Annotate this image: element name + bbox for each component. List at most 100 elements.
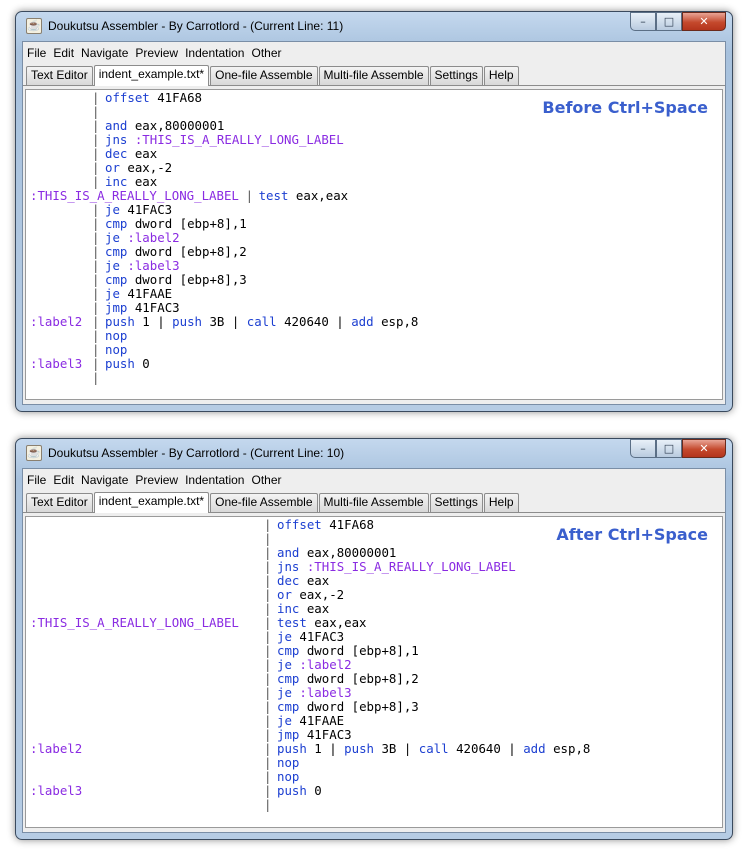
tab-indent-example[interactable]: indent_example.txt* <box>93 65 210 86</box>
title-bar[interactable]: ☕ Doukutsu Assembler - By Carrotlord - (… <box>22 439 726 468</box>
code-keyword: push <box>105 314 135 329</box>
tab-settings[interactable]: Settings <box>429 66 483 85</box>
menu-other[interactable]: Other <box>251 473 281 487</box>
tab-text-editor[interactable]: Text Editor <box>26 493 93 512</box>
code-line: | dec eax <box>26 574 722 588</box>
tab-text-editor[interactable]: Text Editor <box>26 66 93 85</box>
tab-one-file-assemble[interactable]: One-file Assemble <box>210 66 318 85</box>
separator-bar: | <box>264 671 272 686</box>
menu-navigate[interactable]: Navigate <box>81 473 128 487</box>
tab-bar: Text Editor indent_example.txt* One-file… <box>23 491 725 513</box>
tab-help[interactable]: Help <box>483 66 519 85</box>
code-operand: dword [ebp+8],1 <box>127 216 247 231</box>
code-line: :label3 | push 0 <box>26 784 722 798</box>
code-line: | nop <box>26 756 722 770</box>
code-line: | cmp dword [ebp+8],3 <box>26 700 722 714</box>
code-lines: | offset 41FA68 | | and eax,80000001 | jns :TH… <box>26 91 722 385</box>
code-instructions: cmp dword [ebp+8],2 <box>105 245 247 259</box>
close-button[interactable]: ✕ <box>682 12 726 31</box>
tab-help[interactable]: Help <box>483 493 519 512</box>
separator-bar: | <box>264 517 272 532</box>
code-instructions: offset 41FA68 <box>105 91 202 105</box>
code-label: :THIS_IS_A_REALLY_LONG_LABEL <box>30 615 239 630</box>
code-operand: 3B | <box>202 314 247 329</box>
separator-bar: | <box>264 741 272 756</box>
code-keyword: cmp <box>277 699 300 714</box>
code-operand: dword [ebp+8],2 <box>299 671 419 686</box>
code-instructions: je 41FAC3 <box>277 630 344 644</box>
code-line: | and eax,80000001 <box>26 546 722 560</box>
minimize-button[interactable]: – <box>630 439 656 458</box>
code-editor[interactable]: | offset 41FA68 | | and eax,80000001 | jns :TH… <box>25 516 723 828</box>
code-operand: 0 <box>134 356 150 371</box>
code-line: | jns :THIS_IS_A_REALLY_LONG_LABEL <box>26 133 722 147</box>
separator-bar: | <box>92 202 100 217</box>
code-line: | jmp 41FAC3 <box>26 728 722 742</box>
separator-bar: | <box>92 314 100 329</box>
code-line: | <box>26 371 722 385</box>
menu-file[interactable]: File <box>27 46 46 60</box>
title-bar[interactable]: ☕ Doukutsu Assembler - By Carrotlord - (… <box>22 12 726 41</box>
separator-bar: | <box>264 531 272 546</box>
code-instructions: je :label3 <box>277 686 352 700</box>
separator-bar: | <box>92 146 100 161</box>
separator-bar: | <box>264 573 272 588</box>
separator-bar: | <box>92 370 100 385</box>
separator-bar: | <box>92 300 100 315</box>
minimize-button[interactable]: – <box>630 12 656 31</box>
close-button[interactable]: ✕ <box>682 439 726 458</box>
code-line: | cmp dword [ebp+8],2 <box>26 245 722 259</box>
code-instructions: test eax,eax <box>277 616 367 630</box>
code-keyword: offset <box>105 90 150 105</box>
code-line: | je :label3 <box>26 686 722 700</box>
tab-settings[interactable]: Settings <box>429 493 483 512</box>
code-editor[interactable]: | offset 41FA68 | | and eax,80000001 | jns :TH… <box>25 89 723 400</box>
code-instructions: cmp dword [ebp+8],3 <box>105 273 247 287</box>
maximize-button[interactable]: □ <box>656 439 682 458</box>
maximize-button[interactable]: □ <box>656 12 682 31</box>
code-line: :label2 | push 1 | push 3B | call 420640 |… <box>26 742 722 756</box>
code-keyword: nop <box>277 755 300 770</box>
code-keyword: push <box>105 356 135 371</box>
tab-indent-example[interactable]: indent_example.txt* <box>93 492 210 513</box>
code-line: | je 41FAC3 <box>26 630 722 644</box>
tab-multi-file-assemble[interactable]: Multi-file Assemble <box>318 66 429 85</box>
code-label: :THIS_IS_A_REALLY_LONG_LABEL <box>30 188 239 203</box>
code-line: | or eax,-2 <box>26 588 722 602</box>
menu-edit[interactable]: Edit <box>53 46 74 60</box>
separator-bar: | <box>264 545 272 560</box>
menu-other[interactable]: Other <box>251 46 281 60</box>
code-line: | nop <box>26 343 722 357</box>
code-label-ref: :THIS_IS_A_REALLY_LONG_LABEL <box>127 132 344 147</box>
menu-preview[interactable]: Preview <box>135 46 178 60</box>
menu-navigate[interactable]: Navigate <box>81 46 128 60</box>
code-keyword: je <box>277 629 292 644</box>
code-operand: dword [ebp+8],2 <box>127 244 247 259</box>
code-label-ref: :label2 <box>119 230 180 245</box>
code-instructions: inc eax <box>105 175 157 189</box>
separator-bar: | <box>92 174 100 189</box>
code-line: :THIS_IS_A_REALLY_LONG_LABEL | test eax,ea… <box>26 616 722 630</box>
separator-bar: | <box>264 685 272 700</box>
tab-multi-file-assemble[interactable]: Multi-file Assemble <box>318 493 429 512</box>
code-instructions: jmp 41FAC3 <box>277 728 352 742</box>
code-instructions: or eax,-2 <box>105 161 172 175</box>
java-app-icon: ☕ <box>26 445 42 461</box>
code-keyword: nop <box>105 328 128 343</box>
menu-file[interactable]: File <box>27 473 46 487</box>
code-keyword: and <box>105 118 128 133</box>
separator-bar: | <box>264 587 272 602</box>
menu-preview[interactable]: Preview <box>135 473 178 487</box>
tab-one-file-assemble[interactable]: One-file Assemble <box>210 493 318 512</box>
menu-indentation[interactable]: Indentation <box>185 473 244 487</box>
code-operand: eax <box>299 601 330 616</box>
code-instructions: push 0 <box>277 784 322 798</box>
menu-indentation[interactable]: Indentation <box>185 46 244 60</box>
code-operand: 0 <box>306 783 322 798</box>
code-line: | inc eax <box>26 175 722 189</box>
code-operand: 41FA68 <box>321 517 374 532</box>
code-keyword: test <box>277 615 307 630</box>
menu-edit[interactable]: Edit <box>53 473 74 487</box>
code-line: :THIS_IS_A_REALLY_LONG_LABEL | test eax,ea… <box>26 189 722 203</box>
code-instructions: je :label3 <box>105 259 180 273</box>
